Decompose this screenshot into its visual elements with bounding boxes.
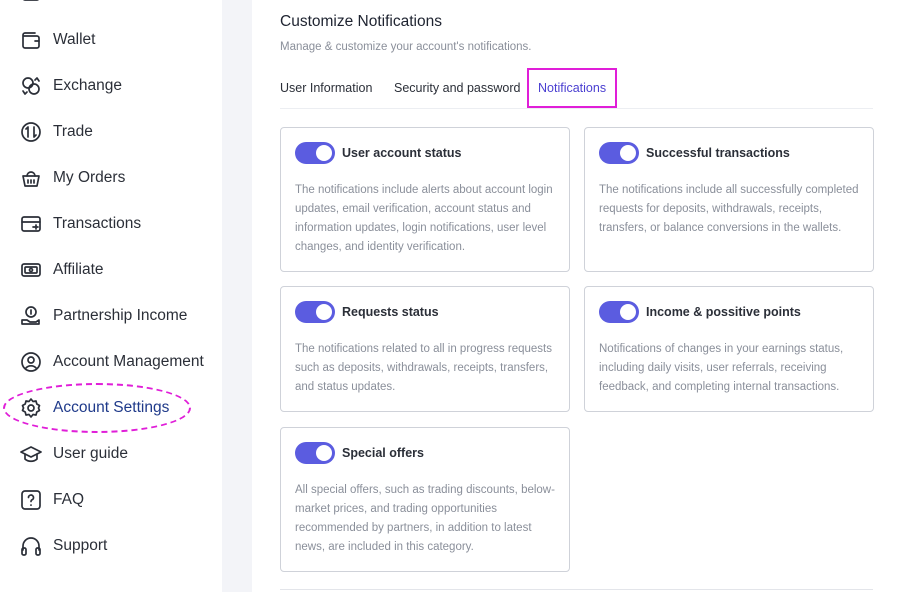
partnership-icon [20,305,42,327]
sidebar-item-exchange[interactable]: Exchange [20,71,122,101]
toggle-knob [316,145,332,161]
sidebar-item-label: Support [53,537,108,554]
sidebar-item-label: Partnership Income [53,307,188,324]
toggle-knob [316,445,332,461]
gear-icon [20,397,42,419]
exchange-icon [20,75,42,97]
sidebar-item-account-management[interactable]: Account Management [20,347,204,377]
card-description: The notifications include all successful… [599,184,859,234]
toggle-switch[interactable] [295,301,335,323]
sidebar-item-label: Affiliate [53,261,104,278]
toggle-knob [620,304,636,320]
orders-icon [20,167,42,189]
toggle-switch[interactable] [599,301,639,323]
card-title: Special offers [342,446,424,460]
toggle-knob [316,304,332,320]
sidebar-item-faq[interactable]: FAQ [20,485,84,515]
toggle-switch[interactable] [295,142,335,164]
content-gutter [222,0,252,592]
card-description: The notifications include alerts about a… [295,184,553,253]
sidebar-item-label: FAQ [53,491,85,508]
page-subtitle: Manage & customize your account's notifi… [280,41,532,53]
sidebar-item-account-settings[interactable]: Account Settings [20,393,169,423]
sidebar-item-partnership-income[interactable]: Partnership Income [20,301,187,331]
notification-card-income-positive-points: Income & possitive points Notifications … [584,286,874,412]
page-title: Customize Notifications [280,13,442,30]
notification-card-requests-status: Requests status The notifications relate… [280,286,570,412]
sidebar-item-wallet[interactable]: Wallet [20,25,96,55]
sidebar-item-support[interactable]: Support [20,531,107,561]
tab-notifications[interactable]: Notifications [527,68,618,108]
trade-icon [20,121,42,143]
wallet-icon [20,29,42,51]
sidebar-item-label: My Orders [53,169,126,186]
card-description: All special offers, such as trading disc… [295,484,555,553]
notification-card-user-account-status: User account status The notifications in… [280,127,570,272]
notification-card-successful-transactions: Successful transactions The notification… [584,127,874,272]
card-description: The notifications related to all in prog… [295,343,552,393]
headphones-icon [20,535,42,557]
sidebar-item-my-orders[interactable]: My Orders [20,163,125,193]
tab-user-information[interactable]: User Information [280,68,372,108]
sidebar-item-label: Account Management [53,353,204,370]
sidebar-item-label: Exchange [53,77,122,94]
toggle-switch[interactable] [599,142,639,164]
card-title: Requests status [342,305,439,319]
sidebar-item-affiliate[interactable]: Affiliate [20,255,104,285]
transactions-icon [20,213,42,235]
card-title: User account status [342,146,462,160]
sidebar-item-label: Transactions [53,215,142,232]
main-content: Customize Notifications Manage & customi… [252,0,900,592]
user-circle-icon [20,351,42,373]
sidebar-item-transactions[interactable]: Transactions [20,209,141,239]
sidebar-item-trade[interactable]: Trade [20,117,93,147]
affiliate-icon [20,259,42,281]
notification-card-special-offers: Special offers All special offers, such … [280,427,570,572]
toggle-switch[interactable] [295,442,335,464]
card-title: Successful transactions [646,146,790,160]
question-icon [20,489,42,511]
tab-bar: User Information Security and password N… [280,68,873,109]
sidebar-item-label: Trade [53,123,93,140]
card-description: Notifications of changes in your earning… [599,343,844,393]
sidebar-item-user-guide[interactable]: User guide [20,439,128,469]
partial-icon [20,0,42,6]
tab-security-and-password[interactable]: Security and password [394,68,520,108]
card-title: Income & possitive points [646,305,801,319]
sidebar: Wallet Exchange Trade My Orders Transact… [0,0,222,592]
sidebar-item-label: Wallet [53,31,96,48]
sidebar-item-label: Account Settings [53,399,170,416]
toggle-knob [620,145,636,161]
graduation-cap-icon [20,443,42,465]
sidebar-item-label: User guide [53,445,128,462]
divider [280,589,873,590]
